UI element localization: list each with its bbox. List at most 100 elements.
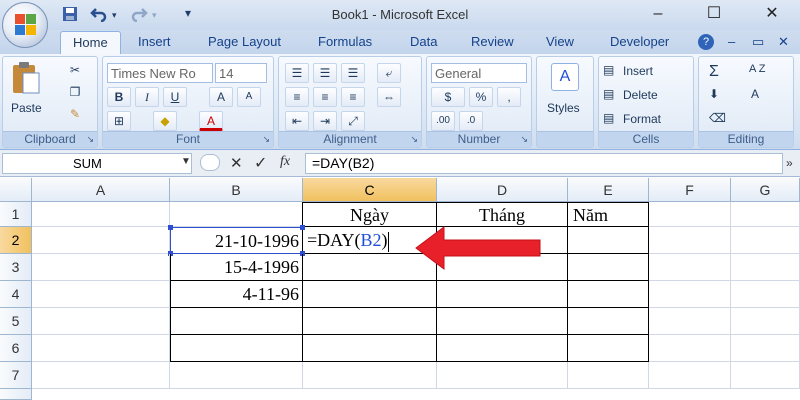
format-cells-button[interactable]: Format (623, 112, 661, 126)
tab-review[interactable]: Review (471, 34, 514, 49)
cell-c5[interactable] (303, 308, 437, 335)
tab-home[interactable]: Home (60, 31, 121, 54)
increase-indent-icon[interactable]: ⇥ (313, 111, 337, 131)
merge-center-icon[interactable]: ⇔ (377, 87, 401, 107)
cell-c1[interactable]: Ngày (303, 202, 437, 227)
insert-cells-icon[interactable]: ▤ (603, 63, 614, 77)
italic-button[interactable]: I (135, 87, 159, 107)
row-header-1[interactable]: 1 (0, 202, 32, 227)
cell-a4[interactable] (32, 281, 170, 308)
comma-button[interactable]: , (497, 87, 521, 107)
cell-g6[interactable] (731, 335, 800, 362)
select-all-corner[interactable] (0, 178, 32, 202)
insert-cells-button[interactable]: Insert (623, 64, 653, 78)
cell-a7[interactable] (32, 362, 170, 389)
cell-g1[interactable] (731, 202, 800, 227)
cell-d1[interactable]: Tháng (437, 202, 568, 227)
format-cells-icon[interactable]: ▤ (603, 111, 614, 125)
align-bottom-icon[interactable]: ☰ (341, 63, 365, 83)
range-handle-top-left[interactable] (168, 225, 173, 230)
column-header-b[interactable]: B (170, 178, 303, 202)
clear-icon[interactable]: ⌫ (709, 111, 726, 125)
tab-view[interactable]: View (546, 34, 574, 49)
enter-button[interactable]: ✓ (254, 153, 267, 173)
insert-function-button[interactable]: fx (280, 154, 290, 170)
cell-c7[interactable] (303, 362, 437, 389)
cell-g3[interactable] (731, 254, 800, 281)
align-center-icon[interactable]: ≡ (313, 87, 337, 107)
cell-f2[interactable] (649, 227, 731, 254)
font-name-select[interactable]: Times New Ro (107, 63, 213, 83)
row-header-2[interactable]: 2 (0, 227, 32, 254)
cell-a5[interactable] (32, 308, 170, 335)
fill-icon[interactable]: ⬇ (709, 87, 719, 101)
orientation-icon[interactable]: ⤢ (341, 111, 365, 131)
autosum-button[interactable]: Σ (709, 63, 719, 81)
currency-button[interactable]: $ (431, 87, 465, 107)
expand-formula-bar-icon[interactable]: » (786, 156, 793, 170)
column-header-e[interactable]: E (568, 178, 649, 202)
cancel-entry-button[interactable]: ✕ (230, 154, 243, 172)
cell-e4[interactable] (568, 281, 649, 308)
tab-insert[interactable]: Insert (138, 34, 171, 49)
align-top-icon[interactable]: ☰ (285, 63, 309, 83)
cell-g7[interactable] (731, 362, 800, 389)
cell-e3[interactable] (568, 254, 649, 281)
name-box[interactable]: SUM (2, 153, 192, 174)
font-size-select[interactable]: 14 (215, 63, 267, 83)
styles-icon[interactable]: A (551, 63, 579, 91)
cell-f3[interactable] (649, 254, 731, 281)
cell-e7[interactable] (568, 362, 649, 389)
find-select-button[interactable]: A (751, 87, 759, 101)
range-handle-top-right[interactable] (300, 225, 305, 230)
shrink-font-button[interactable]: A (237, 87, 261, 107)
close-button[interactable]: ✕ (752, 2, 792, 26)
cell-a1[interactable] (32, 202, 170, 227)
tab-data[interactable]: Data (410, 34, 437, 49)
cell-b7[interactable] (170, 362, 303, 389)
name-box-dropdown-icon[interactable]: ▼ (181, 156, 191, 167)
row-header-7[interactable]: 7 (0, 362, 32, 389)
cell-e1[interactable]: Năm (568, 202, 649, 227)
cell-b4[interactable]: 4-11-96 (170, 281, 303, 308)
minimize-button[interactable]: – (638, 2, 678, 26)
column-header-c[interactable]: C (303, 178, 437, 202)
cell-c4[interactable] (303, 281, 437, 308)
cell-d5[interactable] (437, 308, 568, 335)
fill-color-icon[interactable]: ◆ (153, 111, 177, 131)
number-launcher-icon[interactable]: ↘ (520, 134, 528, 145)
borders-icon[interactable]: ⊞ (107, 111, 131, 131)
cell-f6[interactable] (649, 335, 731, 362)
paste-button[interactable]: Paste (11, 101, 42, 115)
align-right-icon[interactable]: ≡ (341, 87, 365, 107)
cell-g4[interactable] (731, 281, 800, 308)
cell-e6[interactable] (568, 335, 649, 362)
styles-button[interactable]: Styles (547, 101, 580, 115)
decrease-indent-icon[interactable]: ⇤ (285, 111, 309, 131)
increase-decimal-button[interactable]: .00 (431, 111, 455, 131)
wrap-text-icon[interactable]: ⤶ (377, 63, 401, 83)
cut-icon[interactable]: ✂ (63, 61, 87, 81)
cell-c6[interactable] (303, 335, 437, 362)
cell-f1[interactable] (649, 202, 731, 227)
cell-a6[interactable] (32, 335, 170, 362)
tab-formulas[interactable]: Formulas (318, 34, 372, 49)
number-format-select[interactable]: General (431, 63, 527, 83)
sort-filter-button[interactable]: A Z (749, 63, 766, 75)
delete-cells-icon[interactable]: ▤ (603, 87, 614, 101)
column-header-a[interactable]: A (32, 178, 170, 202)
row-header-5[interactable]: 5 (0, 308, 32, 335)
bold-button[interactable]: B (107, 87, 131, 107)
cell-g5[interactable] (731, 308, 800, 335)
cell-d4[interactable] (437, 281, 568, 308)
cell-b1[interactable] (170, 202, 303, 227)
cell-e2[interactable] (568, 227, 649, 254)
cell-f4[interactable] (649, 281, 731, 308)
tab-page-layout[interactable]: Page Layout (208, 34, 281, 49)
tab-developer[interactable]: Developer (610, 34, 669, 49)
column-header-d[interactable]: D (437, 178, 568, 202)
row-header-8[interactable] (0, 389, 32, 400)
align-middle-icon[interactable]: ☰ (313, 63, 337, 83)
cell-d6[interactable] (437, 335, 568, 362)
decrease-decimal-button[interactable]: .0 (459, 111, 483, 131)
